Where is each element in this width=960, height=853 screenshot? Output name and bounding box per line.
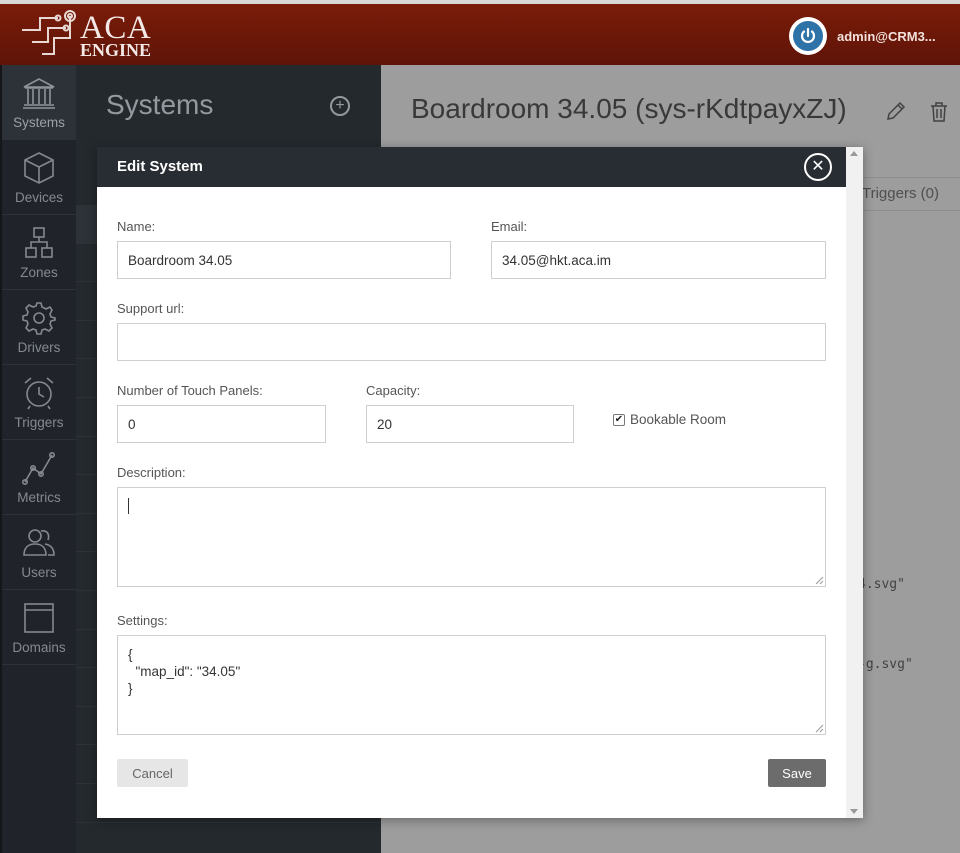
power-icon	[793, 21, 823, 51]
modal-scrollbar[interactable]	[846, 147, 863, 818]
bookable-room-option[interactable]: ✔ Bookable Room	[613, 412, 726, 427]
touch-panels-label: Number of Touch Panels:	[117, 383, 263, 398]
checkmark-icon: ✔	[614, 413, 624, 425]
bookable-room-label: Bookable Room	[630, 412, 727, 427]
save-button[interactable]: Save	[768, 759, 826, 787]
modal-title: Edit System	[117, 158, 203, 175]
resize-grip-icon[interactable]	[814, 575, 824, 585]
scroll-down-arrow-icon[interactable]	[850, 809, 858, 814]
power-button[interactable]	[789, 17, 827, 55]
description-label: Description:	[117, 465, 186, 480]
capacity-label: Capacity:	[366, 383, 421, 398]
email-field[interactable]: 34.05@hkt.aca.im	[491, 241, 826, 279]
bookable-room-checkbox[interactable]: ✔	[613, 413, 625, 426]
modal-header: Edit System ✕	[97, 147, 846, 187]
edit-system-modal: Edit System ✕ Name: Boardroom 34.05 Emai…	[97, 147, 863, 818]
brand-subtitle: ENGINE	[80, 40, 152, 60]
email-label: Email:	[491, 219, 528, 234]
support-url-label: Support url:	[117, 301, 185, 316]
user-menu-label[interactable]: admin@CRM3...	[837, 29, 936, 44]
top-bar: ACA ENGINE admin@CRM3...	[0, 0, 960, 65]
name-field[interactable]: Boardroom 34.05	[117, 241, 451, 279]
name-label: Name:	[117, 219, 156, 234]
close-icon: ✕	[811, 158, 825, 175]
capacity-field[interactable]: 20	[366, 405, 574, 443]
settings-label: Settings:	[117, 613, 168, 628]
circuit-logo-icon	[22, 10, 76, 55]
cancel-button[interactable]: Cancel	[117, 759, 188, 787]
description-field[interactable]	[117, 487, 826, 587]
resize-grip-icon[interactable]	[814, 723, 824, 733]
scroll-up-arrow-icon[interactable]	[850, 151, 858, 156]
settings-json: { "map_id": "34.05" }	[128, 647, 241, 696]
touch-panels-field[interactable]: 0	[117, 405, 326, 443]
text-cursor	[128, 498, 129, 514]
close-button[interactable]: ✕	[804, 153, 832, 181]
settings-field[interactable]: { "map_id": "34.05" }	[117, 635, 826, 735]
scrollbar-thumb[interactable]	[849, 163, 860, 799]
support-url-field[interactable]	[117, 323, 826, 361]
